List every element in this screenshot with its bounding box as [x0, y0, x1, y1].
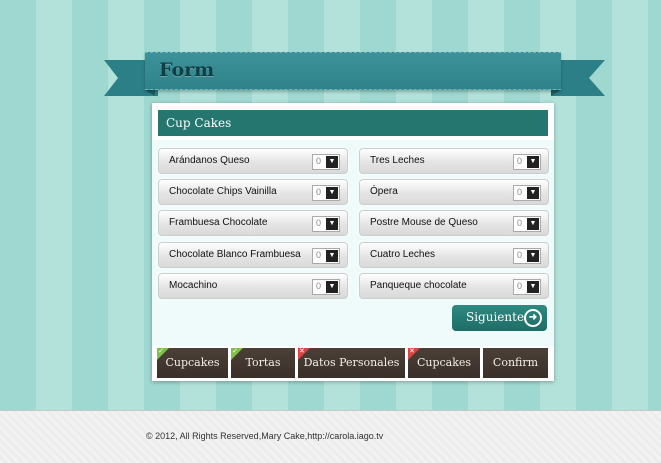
header-ribbon: Form: [145, 52, 561, 90]
product-item: Panqueque chocolate 0 ▼: [359, 273, 549, 299]
product-item: Tres Leches 0 ▼: [359, 148, 549, 174]
cross-glyph-icon: ✕: [299, 348, 305, 355]
product-label: Cuatro Leches: [370, 249, 436, 260]
product-label: Frambuesa Chocolate: [169, 217, 268, 228]
tab-confirm[interactable]: Confirm: [483, 348, 548, 378]
chevron-down-icon[interactable]: ▼: [527, 218, 539, 230]
quantity-value: 0: [517, 281, 523, 291]
quantity-select[interactable]: 0 ▼: [312, 154, 340, 170]
tab-label: Datos Personales: [303, 356, 400, 369]
ribbon-fold-left: [145, 90, 155, 96]
quantity-value: 0: [517, 218, 523, 228]
product-item: Postre Mouse de Queso 0 ▼: [359, 210, 549, 236]
footer: © 2012, All Rights Reserved,Mary Cake,ht…: [0, 410, 661, 463]
next-button[interactable]: Siguiente ➜: [452, 305, 547, 331]
section-title: Cup Cakes: [158, 110, 548, 136]
quantity-select[interactable]: 0 ▼: [513, 216, 541, 232]
chevron-down-icon[interactable]: ▼: [527, 281, 539, 293]
quantity-value: 0: [316, 281, 322, 291]
quantity-value: 0: [517, 187, 523, 197]
tab-cupcakes[interactable]: ✓ Cupcakes: [157, 348, 228, 378]
quantity-select[interactable]: 0 ▼: [513, 279, 541, 295]
product-item: Chocolate Blanco Frambuesa 0 ▼: [158, 242, 348, 268]
check-glyph-icon: ✓: [158, 348, 164, 355]
product-label: Chocolate Blanco Frambuesa: [169, 249, 301, 260]
quantity-select[interactable]: 0 ▼: [312, 248, 340, 264]
quantity-select[interactable]: 0 ▼: [513, 154, 541, 170]
chevron-down-icon[interactable]: ▼: [326, 187, 338, 199]
tab-tortas[interactable]: ✓ Tortas: [231, 348, 295, 378]
product-item: Arándanos Queso 0 ▼: [158, 148, 348, 174]
chevron-down-icon[interactable]: ▼: [527, 250, 539, 262]
quantity-value: 0: [517, 250, 523, 260]
quantity-value: 0: [316, 218, 322, 228]
product-label: Tres Leches: [370, 155, 425, 166]
product-label: Arándanos Queso: [169, 155, 250, 166]
quantity-value: 0: [316, 156, 322, 166]
product-label: Panqueque chocolate: [370, 280, 467, 291]
quantity-value: 0: [316, 250, 322, 260]
product-item: Cuatro Leches 0 ▼: [359, 242, 549, 268]
arrow-circle-right-icon: ➜: [524, 309, 542, 327]
chevron-down-icon[interactable]: ▼: [527, 187, 539, 199]
quantity-select[interactable]: 0 ▼: [513, 248, 541, 264]
quantity-value: 0: [517, 156, 523, 166]
chevron-down-icon[interactable]: ▼: [527, 156, 539, 168]
tab-label: Cupcakes: [416, 356, 472, 369]
form-panel: Cup Cakes Arándanos Queso 0 ▼ Chocolate …: [152, 103, 554, 381]
cross-glyph-icon: ✕: [409, 348, 415, 355]
footer-copyright: © 2012, All Rights Reserved,Mary Cake,ht…: [146, 431, 384, 441]
tab-label: Confirm: [492, 356, 539, 369]
quantity-select[interactable]: 0 ▼: [513, 185, 541, 201]
ribbon-fold-right: [551, 90, 561, 96]
product-item: Mocachino 0 ▼: [158, 273, 348, 299]
chevron-down-icon[interactable]: ▼: [326, 281, 338, 293]
chevron-down-icon[interactable]: ▼: [326, 218, 338, 230]
page-title: Form: [159, 59, 215, 81]
quantity-value: 0: [316, 187, 322, 197]
product-label: Ópera: [370, 186, 398, 197]
tab-label: Tortas: [245, 356, 281, 369]
chevron-down-icon[interactable]: ▼: [326, 156, 338, 168]
check-glyph-icon: ✓: [232, 348, 238, 355]
quantity-select[interactable]: 0 ▼: [312, 185, 340, 201]
product-item: Frambuesa Chocolate 0 ▼: [158, 210, 348, 236]
tab-label: Cupcakes: [165, 356, 220, 369]
product-label: Chocolate Chips Vainilla: [169, 186, 277, 197]
quantity-select[interactable]: 0 ▼: [312, 279, 340, 295]
product-item: Chocolate Chips Vainilla 0 ▼: [158, 179, 348, 205]
chevron-down-icon[interactable]: ▼: [326, 250, 338, 262]
tab-datos-personales[interactable]: ✕ Datos Personales: [298, 348, 405, 378]
tab-cupcakes-2[interactable]: ✕ Cupcakes: [408, 348, 480, 378]
quantity-select[interactable]: 0 ▼: [312, 216, 340, 232]
product-item: Ópera 0 ▼: [359, 179, 549, 205]
next-button-label: Siguiente: [466, 310, 525, 324]
product-label: Postre Mouse de Queso: [370, 217, 478, 228]
product-label: Mocachino: [169, 280, 218, 291]
